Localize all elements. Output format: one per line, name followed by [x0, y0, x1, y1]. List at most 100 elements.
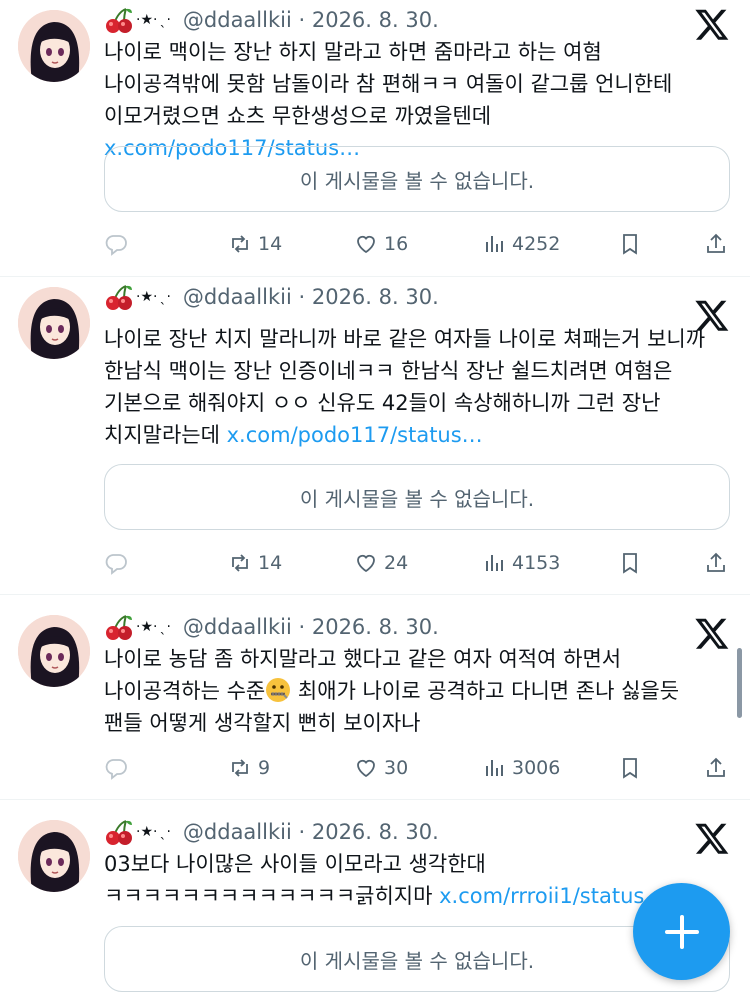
cherry-icon — [104, 818, 134, 846]
bookmark-button[interactable] — [618, 228, 642, 260]
avatar[interactable] — [18, 287, 90, 359]
tweet-4[interactable]: ·★· ˎ· @ddaallkii · 2026. 8. 30. 03보다 나이… — [0, 800, 750, 992]
views-button[interactable]: 4252 — [482, 228, 560, 260]
cherry-icon — [104, 283, 134, 311]
tweet-text-content: 03보다 나이많은 사이들 이모라고 생각한대 ㅋㅋㅋㅋㅋㅋㅋㅋㅋㅋㅋㅋㅋ긁히지… — [104, 852, 493, 908]
star-icon: ·★· — [136, 619, 158, 635]
views-button[interactable]: 4153 — [482, 547, 560, 579]
tweet-text: 나이로 농담 좀 하지말라고 했다고 같은 여자 여적여 하면서 나이공격하는 … — [104, 643, 724, 739]
scrollbar[interactable] — [737, 648, 742, 718]
avatar-image — [18, 10, 90, 82]
tweet-date[interactable]: 2026. 8. 30. — [312, 8, 439, 32]
tweet-date[interactable]: 2026. 8. 30. — [312, 285, 439, 309]
share-icon — [707, 233, 725, 253]
share-icon — [707, 552, 725, 572]
repost-button[interactable]: 9 — [228, 752, 270, 784]
plus-icon — [664, 914, 699, 949]
tweet-header: ·★· ˎ· @ddaallkii · 2026. 8. 30. — [104, 611, 439, 643]
tweet-date[interactable]: 2026. 8. 30. — [312, 820, 439, 844]
share-button[interactable] — [704, 547, 728, 579]
tweet-text: 03보다 나이많은 사이들 이모라고 생각한대 ㅋㅋㅋㅋㅋㅋㅋㅋㅋㅋㅋㅋㅋ긁히지… — [104, 848, 724, 912]
cherry-icon — [104, 613, 134, 641]
display-name[interactable]: ·★· ˎ· — [104, 613, 171, 641]
tweet-link[interactable]: x.com/rrroii1/status… — [439, 884, 665, 908]
views-icon — [486, 236, 503, 252]
separator-dot: · — [291, 285, 312, 309]
share-button[interactable] — [704, 228, 728, 260]
display-name[interactable]: ·★· ˎ· — [104, 6, 171, 34]
like-button[interactable]: 24 — [354, 547, 408, 579]
heart-icon — [357, 554, 375, 573]
repost-icon — [232, 235, 248, 253]
view-count: 4153 — [512, 552, 561, 574]
tweet-link[interactable]: x.com/podo117/status… — [227, 423, 483, 447]
share-button[interactable] — [704, 752, 728, 784]
separator-dot: · — [291, 820, 312, 844]
bookmark-button[interactable] — [618, 752, 642, 784]
bookmark-icon — [623, 553, 637, 574]
tweet-actions: 14 24 4153 — [104, 547, 730, 579]
heart-icon — [357, 759, 375, 778]
like-button[interactable]: 16 — [354, 228, 408, 260]
repost-icon — [232, 759, 248, 777]
tweet-header: ·★· ˎ· @ddaallkii · 2026. 8. 30. — [104, 4, 439, 36]
tweet-header: ·★· ˎ· @ddaallkii · 2026. 8. 30. — [104, 816, 439, 848]
reply-button[interactable] — [104, 547, 128, 579]
handle[interactable]: @ddaallkii — [183, 8, 292, 32]
avatar-image — [18, 615, 90, 687]
tweet-date[interactable]: 2026. 8. 30. — [312, 615, 439, 639]
compose-button[interactable] — [633, 883, 730, 980]
avatar-image — [18, 287, 90, 359]
avatar[interactable] — [18, 615, 90, 687]
share-icon — [707, 757, 725, 777]
repost-button[interactable]: 14 — [228, 228, 282, 260]
separator-dot: · — [291, 615, 312, 639]
sparkle-icon: ˎ· — [159, 824, 171, 840]
handle[interactable]: @ddaallkii — [183, 820, 292, 844]
cherry-icon — [104, 6, 134, 34]
reply-icon — [105, 554, 127, 575]
reply-icon — [105, 235, 127, 256]
separator-dot: · — [291, 8, 312, 32]
bookmark-button[interactable] — [618, 547, 642, 579]
star-icon: ·★· — [136, 12, 158, 28]
unavailable-post-card: 이 게시물을 볼 수 없습니다. — [104, 464, 730, 530]
sparkle-icon: ˎ· — [159, 289, 171, 305]
tweet-text-content: 나이로 맥이는 장난 하지 말라고 하면 줌마라고 하는 여혐 나이공격밖에 못… — [104, 40, 680, 128]
reply-icon — [105, 759, 127, 780]
star-icon: ·★· — [136, 289, 158, 305]
zipper-mouth-face-icon — [265, 677, 291, 703]
sparkle-icon: ˎ· — [159, 619, 171, 635]
bookmark-icon — [623, 234, 637, 255]
tweet-text: 나이로 장난 치지 말라니까 바로 같은 여자들 나이로 쳐패는거 보니까 한남… — [104, 323, 724, 451]
tweet-1[interactable]: ·★· ˎ· @ddaallkii · 2026. 8. 30. 나이로 맥이는… — [0, 0, 750, 277]
avatar[interactable] — [18, 10, 90, 82]
avatar-image — [18, 820, 90, 892]
views-button[interactable]: 3006 — [482, 752, 560, 784]
display-name[interactable]: ·★· ˎ· — [104, 283, 171, 311]
views-icon — [486, 760, 503, 776]
like-count: 16 — [384, 233, 409, 255]
sparkle-icon: ˎ· — [159, 12, 171, 28]
unavailable-post-card: 이 게시물을 볼 수 없습니다. — [104, 146, 730, 212]
repost-count: 14 — [258, 233, 283, 255]
reply-button[interactable] — [104, 752, 128, 784]
like-button[interactable]: 30 — [354, 752, 408, 784]
tweet-3[interactable]: ·★· ˎ· @ddaallkii · 2026. 8. 30. 나이로 농담 … — [0, 595, 750, 800]
display-name[interactable]: ·★· ˎ· — [104, 818, 171, 846]
star-icon: ·★· — [136, 824, 158, 840]
repost-button[interactable]: 14 — [228, 547, 282, 579]
reply-button[interactable] — [104, 228, 128, 260]
repost-count: 9 — [258, 757, 271, 779]
tweet-actions: 9 30 3006 — [104, 752, 730, 784]
avatar[interactable] — [18, 820, 90, 892]
tweet-actions: 14 16 4252 — [104, 228, 730, 260]
handle[interactable]: @ddaallkii — [183, 615, 292, 639]
repost-icon — [232, 554, 248, 572]
view-count: 4252 — [512, 233, 561, 255]
tweet-header: ·★· ˎ· @ddaallkii · 2026. 8. 30. — [104, 281, 439, 313]
like-count: 30 — [384, 757, 409, 779]
repost-count: 14 — [258, 552, 283, 574]
handle[interactable]: @ddaallkii — [183, 285, 292, 309]
tweet-2[interactable]: ·★· ˎ· @ddaallkii · 2026. 8. 30. 나이로 장난 … — [0, 277, 750, 595]
